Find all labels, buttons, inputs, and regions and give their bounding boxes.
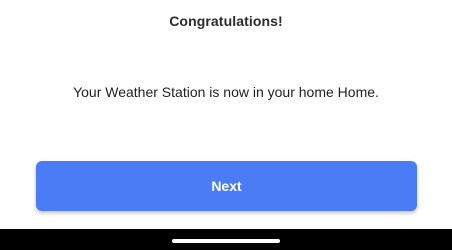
home-indicator[interactable] <box>172 239 280 243</box>
confirmation-message: Your Weather Station is now in your home… <box>73 84 379 100</box>
next-button[interactable]: Next <box>36 161 417 211</box>
page-title: Congratulations! <box>169 13 283 29</box>
system-home-bar <box>0 229 452 250</box>
confirmation-screen: Congratulations! Your Weather Station is… <box>0 0 452 250</box>
